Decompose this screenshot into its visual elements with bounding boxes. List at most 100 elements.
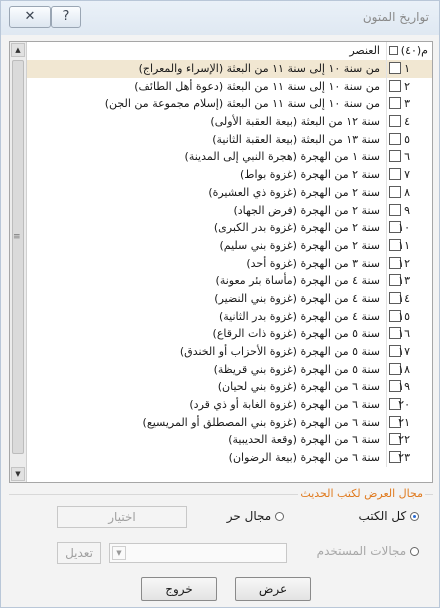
row-number-cell[interactable]: ٦ — [386, 148, 432, 167]
table-row[interactable]: ٣ من سنة ١٠ إلى سنة ١١ من البعثة (إسلام م… — [27, 95, 432, 114]
table-row[interactable]: ١٠ سنة ٢ من الهجرة (غزوة بدر الكبرى) — [27, 219, 432, 237]
row-number-cell[interactable]: ٢١ — [386, 413, 432, 432]
help-icon: ? — [62, 9, 70, 24]
select-all-checkbox[interactable] — [389, 46, 398, 55]
table-row[interactable]: ٢٣ سنة ٦ من الهجرة (بيعة الرضوان) — [27, 449, 432, 467]
row-text: سنة ٥ من الهجرة (غزوة ذات الرقاع) — [212, 327, 380, 341]
row-checkbox[interactable] — [389, 115, 401, 128]
row-checkbox[interactable] — [389, 203, 401, 216]
row-number-cell[interactable]: ٢٢ — [386, 431, 432, 450]
row-text: سنة ٢ من الهجرة (غزوة ذي العشيرة) — [208, 185, 380, 199]
row-checkbox[interactable] — [389, 79, 401, 92]
table-row[interactable]: ١٦ سنة ٥ من الهجرة (غزوة ذات الرقاع) — [27, 325, 432, 343]
close-button[interactable]: ✕ — [9, 6, 51, 28]
row-text: سنة ١٢ من البعثة (بيعة العقبة الأولى) — [210, 115, 380, 129]
row-number: ٦ — [404, 150, 410, 164]
table-row[interactable]: ١٤ سنة ٤ من الهجرة (غزوة بني النضير) — [27, 289, 432, 308]
radio-all-books-dot[interactable] — [410, 512, 419, 521]
row-number: ١٥ — [398, 309, 410, 323]
row-text: سنة ٦ من الهجرة (غزوة بني المصطلق أو الم… — [142, 415, 380, 429]
row-number-cell[interactable]: ١٤ — [386, 289, 432, 308]
row-number-cell[interactable]: ٢٠ — [386, 396, 432, 414]
row-number-cell[interactable]: ٩ — [386, 201, 432, 220]
choose-button[interactable]: اختيار — [57, 506, 187, 528]
row-text: سنة ٦ من الهجرة (غزوة بني لحيان) — [217, 380, 380, 394]
row-number-cell[interactable]: ٧ — [386, 166, 432, 184]
row-text: سنة ٢ من الهجرة (فرض الجهاد) — [233, 203, 380, 217]
table-row[interactable]: ٧ سنة ٢ من الهجرة (غزوة بواط) — [27, 166, 432, 184]
header-count-cell[interactable]: م(٤٠) — [386, 42, 432, 60]
row-number: ٣ — [404, 97, 410, 111]
scroll-thumb[interactable] — [12, 60, 24, 454]
table-row[interactable]: ٢ من سنة ١٠ إلى سنة ١١ من البعثة (دعوة أه… — [27, 77, 432, 96]
row-text: سنة ٥ من الهجرة (غزوة بني قريظة) — [213, 362, 380, 376]
header-count-label: م(٤٠) — [400, 44, 428, 57]
table-row[interactable]: ١٣ سنة ٤ من الهجرة (مأساة بئر معونة) — [27, 272, 432, 290]
user-ranges-combo[interactable]: ▼ — [109, 543, 287, 563]
row-checkbox[interactable] — [389, 132, 401, 145]
row-checkbox[interactable] — [389, 185, 401, 198]
row-number-cell[interactable]: ١٠ — [386, 219, 432, 237]
row-number-cell[interactable]: ٥ — [386, 130, 432, 149]
table-row[interactable]: ١٢ سنة ٣ من الهجرة (غزوة أحد) — [27, 254, 432, 273]
table-row[interactable]: ٢٠ سنة ٦ من الهجرة (غزوة الغابة أو ذي قرد… — [27, 396, 432, 414]
row-number-cell[interactable]: ١١ — [386, 236, 432, 255]
table-row[interactable]: ٥ سنة ١٣ من البعثة (بيعة العقبة الثانية) — [27, 130, 432, 149]
row-checkbox[interactable] — [389, 168, 401, 181]
row-text: سنة ٥ من الهجرة (غزوة الأحزاب أو الخندق) — [179, 345, 380, 358]
table-row[interactable]: ١٧ سنة ٥ من الهجرة (غزوة الأحزاب أو الخند… — [27, 343, 432, 361]
table-row[interactable]: ٢١ سنة ٦ من الهجرة (غزوة بني المصطلق أو ا… — [27, 413, 432, 432]
row-number: ١٦ — [398, 327, 410, 341]
row-text: سنة ١ من الهجرة (هجرة النبي إلى المدينة) — [184, 150, 380, 164]
radio-user-ranges-dot[interactable] — [410, 547, 419, 556]
grid-rows: م(٤٠) العنصر ١ من سنة ١٠ إلى سنة ١١ من ال… — [27, 42, 432, 467]
row-number-cell[interactable]: ٢ — [386, 77, 432, 96]
table-row[interactable]: ١٨ سنة ٥ من الهجرة (غزوة بني قريظة) — [27, 360, 432, 379]
table-row[interactable]: ٨ سنة ٢ من الهجرة (غزوة ذي العشيرة) — [27, 183, 432, 202]
header-name-label[interactable]: العنصر — [27, 42, 384, 60]
table-row[interactable]: ٩ سنة ٢ من الهجرة (فرض الجهاد) — [27, 201, 432, 220]
table-row[interactable]: ١ من سنة ١٠ إلى سنة ١١ من البعثة (الإسراء… — [27, 60, 432, 78]
table-row[interactable]: ١٩ سنة ٦ من الهجرة (غزوة بني لحيان) — [27, 378, 432, 397]
scroll-up-arrow-icon[interactable]: ▲ — [11, 43, 25, 57]
row-number-cell[interactable]: ١٦ — [386, 325, 432, 343]
row-number-cell[interactable]: ١٢ — [386, 254, 432, 273]
show-button[interactable]: عرض — [235, 577, 311, 601]
row-number-cell[interactable]: ١ — [386, 60, 432, 78]
row-number: ٨ — [404, 185, 410, 199]
scroll-down-arrow-icon[interactable]: ▼ — [11, 467, 25, 481]
table-row[interactable]: ١٥ سنة ٤ من الهجرة (غزوة بدر الثانية) — [27, 307, 432, 326]
row-number-cell[interactable]: ٣ — [386, 95, 432, 114]
row-number: ١٢ — [398, 256, 410, 270]
exit-button[interactable]: خروج — [141, 577, 217, 601]
row-checkbox[interactable] — [389, 150, 401, 163]
row-number-cell[interactable]: ١٧ — [386, 343, 432, 361]
row-number: ٢١ — [398, 415, 410, 429]
chevron-down-icon[interactable]: ▼ — [112, 546, 126, 560]
vertical-scrollbar[interactable]: ▲ ≡ ▼ — [10, 42, 27, 482]
row-number-cell[interactable]: ٨ — [386, 183, 432, 202]
table-row[interactable]: ١١ سنة ٢ من الهجرة (غزوة بني سليم) — [27, 236, 432, 255]
radio-free-range[interactable]: مجال حر — [227, 509, 284, 523]
table-row[interactable]: ٢٢ سنة ٦ من الهجرة (وقعة الحديبية) — [27, 431, 432, 450]
row-number: ١٤ — [398, 291, 410, 305]
edit-button[interactable]: تعديل — [57, 542, 101, 564]
table-row[interactable]: ٤ سنة ١٢ من البعثة (بيعة العقبة الأولى) — [27, 113, 432, 131]
row-checkbox[interactable] — [389, 97, 401, 110]
table-row[interactable]: ٦ سنة ١ من الهجرة (هجرة النبي إلى المدينة… — [27, 148, 432, 167]
items-grid[interactable]: ▲ ≡ ▼ م(٤٠) العنصر ١ من سنة ١٠ إلى سنة ١١… — [9, 41, 433, 483]
row-number: ٧ — [404, 168, 410, 182]
row-text: سنة ٢ من الهجرة (غزوة بني سليم) — [219, 238, 380, 252]
help-button[interactable]: ? — [51, 6, 81, 28]
row-number-cell[interactable]: ١٩ — [386, 378, 432, 397]
row-number: ٩ — [404, 203, 410, 217]
row-number-cell[interactable]: ١٥ — [386, 307, 432, 326]
radio-free-range-dot[interactable] — [275, 512, 284, 521]
row-number-cell[interactable]: ١٣ — [386, 272, 432, 290]
row-number-cell[interactable]: ١٨ — [386, 360, 432, 379]
row-number-cell[interactable]: ٤ — [386, 113, 432, 131]
row-number-cell[interactable]: ٢٣ — [386, 449, 432, 467]
radio-user-ranges[interactable]: مجالات المستخدم — [317, 544, 419, 558]
radio-all-books[interactable]: كل الكتب — [359, 509, 419, 523]
row-checkbox[interactable] — [389, 62, 401, 74]
